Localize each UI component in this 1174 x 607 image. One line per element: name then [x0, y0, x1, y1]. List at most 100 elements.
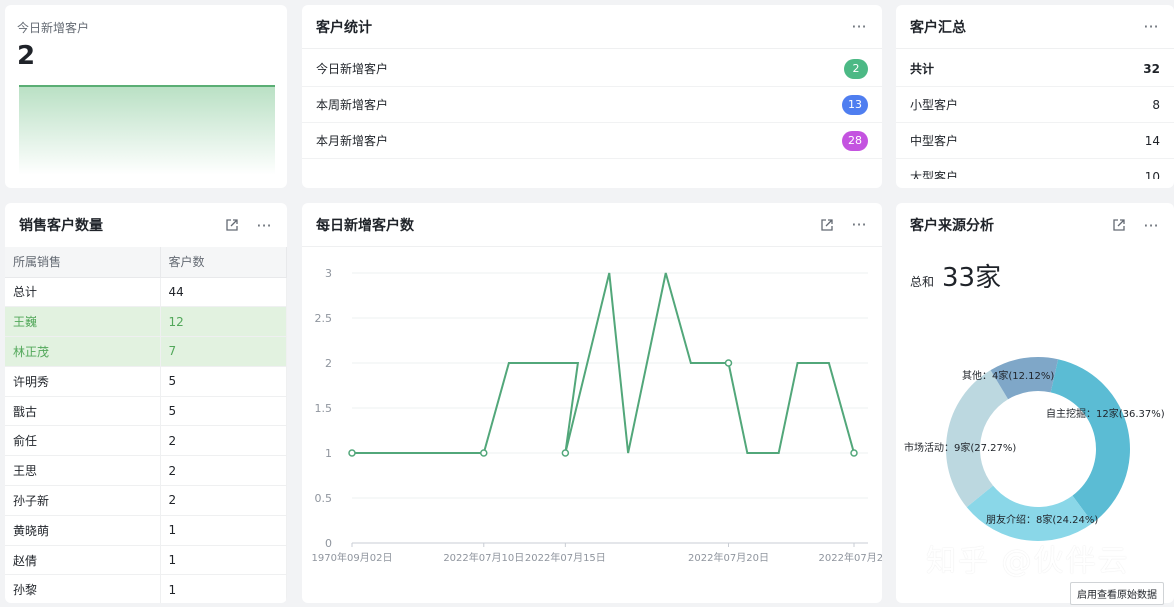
donut-slice [966, 485, 1093, 541]
total-value: 33家 [942, 263, 1002, 293]
summary-value: 8 [1152, 97, 1160, 112]
donut-slice [946, 370, 1009, 508]
more-icon[interactable]: ··· [1142, 17, 1160, 36]
customer-summary-card: 客户汇总 ··· 共计 32 小型客户 8 中型客户 14 大型客户 10 [896, 5, 1174, 188]
y-tick-label: 0.5 [315, 492, 333, 505]
table-row[interactable]: 孙子新 2 [5, 485, 287, 516]
table-row[interactable]: 俞任 2 [5, 425, 287, 457]
salesperson-cell: 俞任 [5, 425, 161, 457]
kpi-area-fill [19, 86, 275, 175]
y-tick-label: 2.5 [315, 312, 333, 325]
more-icon[interactable]: ··· [850, 215, 868, 234]
slice-label: 自主挖掘：12家(36.37%) [1046, 407, 1165, 420]
customer-count-cell: 1 [160, 545, 287, 576]
data-point [724, 359, 733, 367]
column-header[interactable]: 所属销售 [5, 247, 161, 278]
y-tick-label: 2 [325, 357, 332, 370]
summary-label: 大型客户 [910, 170, 959, 179]
card-title: 客户汇总 [910, 19, 966, 36]
tooltip: 启用查看原始数据 [1070, 582, 1164, 605]
data-point [348, 449, 356, 457]
salesperson-cell: 王思 [5, 455, 161, 487]
table-row[interactable]: 总计 44 [5, 277, 287, 308]
summary-row: 大型客户 10 [896, 159, 1174, 180]
data-point [480, 449, 488, 457]
customer-count-cell: 2 [160, 485, 287, 516]
kpi-label: 今日新增客户 [17, 21, 90, 35]
table-row[interactable]: 王巍 12 [5, 306, 287, 338]
x-tick-label: 2022年07月15日 [525, 551, 606, 564]
donut-slice [1050, 359, 1130, 523]
slice-label: 其他：4家(12.12%) [962, 369, 1054, 382]
more-icon[interactable]: ··· [255, 216, 273, 235]
table-row[interactable]: 赵倩 1 [5, 545, 287, 576]
stat-badge: 13 [842, 94, 868, 115]
salesperson-cell: 赵倩 [5, 545, 161, 576]
salesperson-cell: 王巍 [5, 306, 161, 338]
open-external-icon[interactable] [1110, 216, 1128, 234]
salesperson-cell: 黄晓萌 [5, 515, 161, 546]
y-tick-label: 1 [325, 447, 332, 460]
card-title: 客户来源分析 [910, 218, 994, 234]
card-title: 每日新增客户数 [316, 217, 414, 234]
salesperson-cell: 总计 [5, 277, 161, 308]
table-row[interactable]: 王思 2 [5, 455, 287, 487]
total-label: 总和 [910, 275, 935, 289]
x-tick-label: 2022年07月25 [819, 551, 882, 564]
sales-customers-card: 销售客户数量 ··· 所属销售 客户数 总计 44 王巍 12 林正茂 7 许明秀 5 戬古 5 俞… [5, 203, 287, 603]
customer-count-cell: 2 [160, 425, 287, 457]
more-icon[interactable]: ··· [1142, 216, 1160, 235]
stat-badge: 28 [842, 130, 868, 151]
stat-label: 今日新增客户 [316, 62, 389, 76]
table-row[interactable]: 许明秀 5 [5, 366, 287, 397]
x-tick-label: 1970年09月02日 [312, 551, 393, 564]
x-tick-label: 2022年07月10日 [443, 551, 524, 564]
x-tick-label: 2022年07月20日 [688, 551, 769, 564]
customer-count-cell: 44 [160, 277, 287, 308]
customer-stats-card: 客户统计 ··· 今日新增客户 2 本周新增客户 13 本月新增客户 28 [302, 5, 882, 188]
summary-label: 共计 [910, 62, 935, 76]
kpi-area-chart [19, 85, 275, 175]
table-row[interactable]: 黄晓萌 1 [5, 515, 287, 546]
stat-label: 本月新增客户 [316, 134, 389, 148]
table-row[interactable]: 孙黎 1 [5, 574, 287, 603]
kpi-value: 2 [17, 41, 36, 71]
slice-label: 市场活动：9家(27.27%) [904, 441, 1016, 454]
customer-count-cell: 5 [160, 396, 287, 427]
summary-label: 小型客户 [910, 98, 959, 112]
salesperson-cell: 戬古 [5, 396, 161, 427]
sales-table: 所属销售 客户数 总计 44 王巍 12 林正茂 7 许明秀 5 戬古 5 俞任 2 王思 2 孙子新 2 黄晓… [5, 247, 287, 603]
slice-label: 朋友介绍：8家(24.24%) [986, 513, 1098, 526]
customer-count-cell: 7 [160, 336, 287, 367]
data-point [561, 449, 570, 457]
customer-count-cell: 2 [160, 455, 287, 487]
stat-row: 本周新增客户 13 [302, 87, 882, 123]
watermark: 知乎 @伙伴云 [926, 544, 1130, 579]
summary-label: 中型客户 [910, 134, 959, 148]
y-tick-label: 1.5 [315, 402, 333, 415]
column-header[interactable]: 客户数 [160, 247, 287, 278]
salesperson-cell: 孙黎 [5, 574, 161, 603]
open-external-icon[interactable] [223, 216, 241, 234]
daily-line-chart: 00.511.522.531970年09月02日 2022年07月10日 2022年… [312, 267, 882, 564]
table-row[interactable]: 戬古 5 [5, 396, 287, 427]
salesperson-cell: 孙子新 [5, 485, 161, 516]
table-row[interactable]: 林正茂 7 [5, 336, 287, 367]
card-title: 客户统计 [316, 19, 372, 36]
more-icon[interactable]: ··· [850, 17, 868, 36]
customer-count-cell: 1 [160, 574, 287, 603]
customer-count-cell: 5 [160, 366, 287, 397]
daily-new-customers-card: 每日新增客户数 ··· 0 0.5 1 1.5 2 2.5 3 1970年09月02日 2022… [302, 203, 882, 603]
summary-value: 32 [1143, 61, 1160, 76]
y-tick-label: 3 [325, 267, 332, 280]
customer-count-cell: 1 [160, 515, 287, 546]
open-external-icon[interactable] [818, 216, 836, 234]
stat-row: 本月新增客户 28 [302, 123, 882, 159]
data-point [850, 449, 858, 457]
card-title: 销售客户数量 [19, 218, 103, 234]
salesperson-cell: 林正茂 [5, 336, 161, 367]
summary-row: 小型客户 8 [896, 87, 1174, 123]
stat-badge: 2 [844, 58, 868, 79]
summary-row: 共计 32 [896, 51, 1174, 87]
today-new-customers-card: 今日新增客户 2 [5, 5, 287, 188]
